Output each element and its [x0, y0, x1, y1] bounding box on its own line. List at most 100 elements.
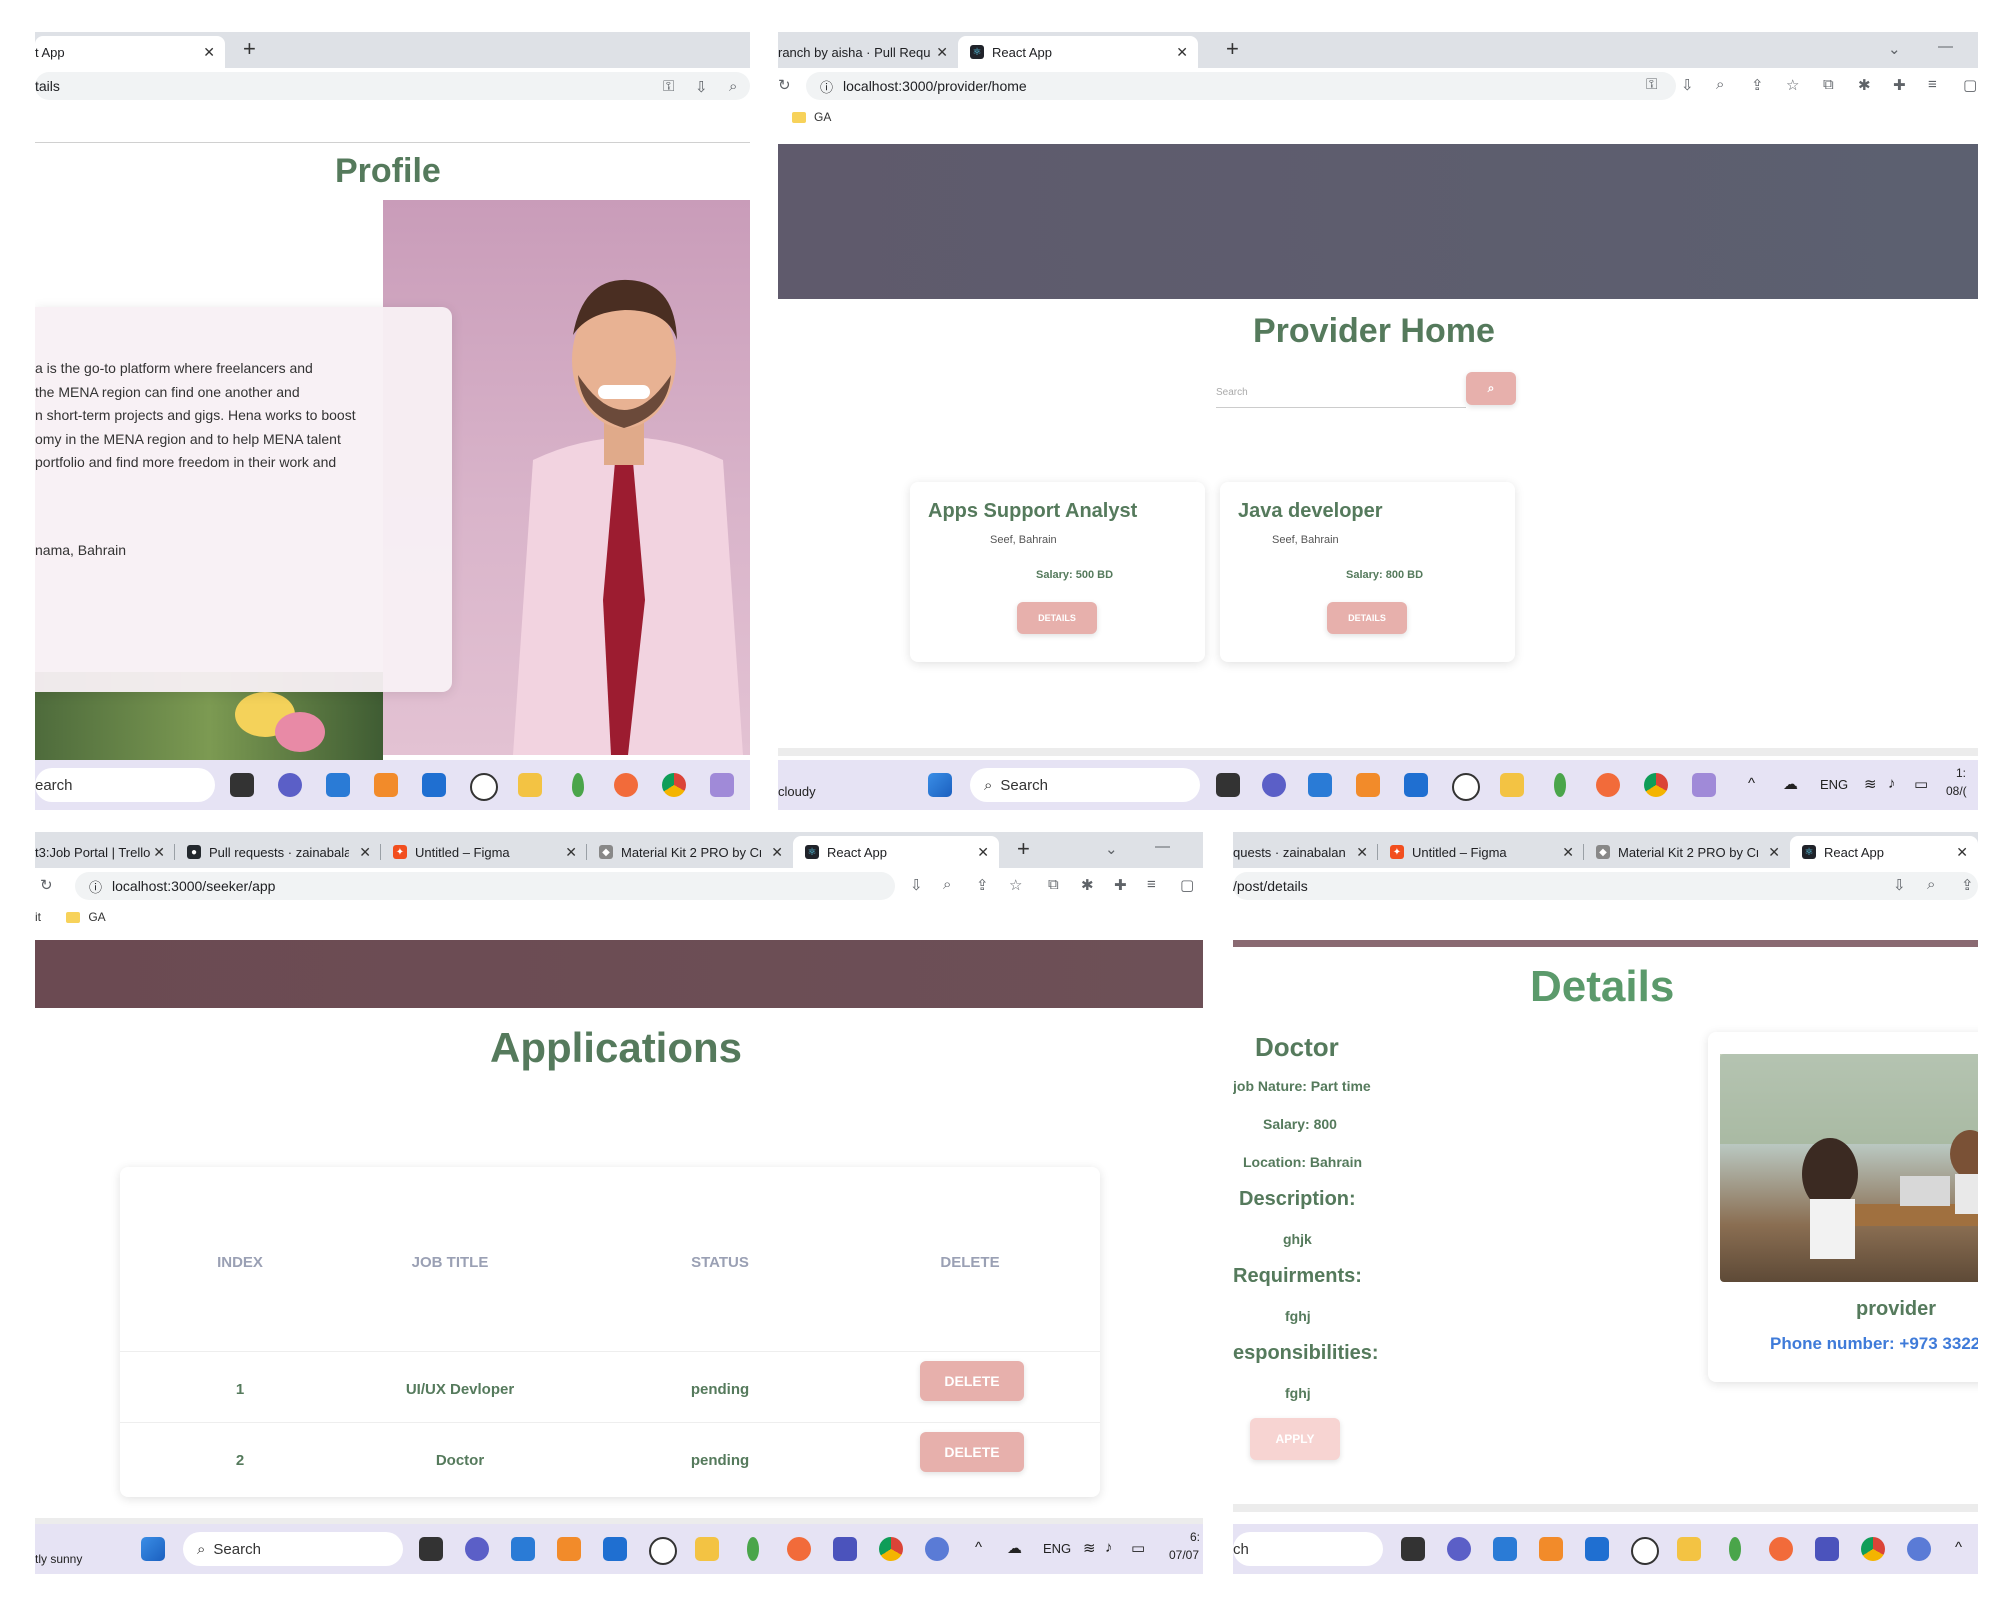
chevron-up-icon[interactable]: ^: [1748, 775, 1755, 792]
new-tab-icon[interactable]: +: [1017, 836, 1030, 862]
dell-icon[interactable]: [1452, 773, 1480, 801]
wifi-icon[interactable]: ≋: [1083, 1539, 1096, 1557]
task-view-icon[interactable]: [419, 1537, 443, 1561]
postman-icon[interactable]: [1596, 773, 1620, 797]
install-icon[interactable]: ⇩: [695, 78, 708, 96]
close-icon[interactable]: ✕: [936, 44, 948, 61]
sidepanel-icon[interactable]: ▢: [1963, 76, 1977, 94]
taskbar-search[interactable]: earch: [35, 768, 215, 802]
puzzle-icon[interactable]: ✚: [1893, 76, 1906, 94]
teams-icon[interactable]: [1262, 773, 1286, 797]
windows-start-icon[interactable]: [141, 1537, 165, 1561]
xampp-icon[interactable]: [1539, 1537, 1563, 1561]
bookmark-it[interactable]: it: [35, 910, 41, 924]
tab-pull-requests[interactable]: quests · zainabalan ✕: [1233, 836, 1378, 868]
tab-figma[interactable]: ✦ Untitled – Figma ✕: [1378, 836, 1584, 868]
chevron-down-icon[interactable]: ⌄: [1888, 40, 1901, 58]
apply-button[interactable]: APPLY: [1250, 1418, 1340, 1460]
minimize-icon[interactable]: —: [1938, 38, 1953, 55]
close-icon[interactable]: ✕: [153, 844, 165, 861]
close-icon[interactable]: ✕: [359, 844, 371, 861]
playlist-icon[interactable]: ≡: [1928, 76, 1937, 93]
details-button[interactable]: DETAILS: [1017, 602, 1097, 634]
chrome-icon[interactable]: [879, 1537, 903, 1561]
taskbar-search[interactable]: ⌕ Search: [970, 768, 1200, 802]
job-card[interactable]: Apps Support Analyst Seef, Bahrain Salar…: [910, 482, 1205, 662]
puzzle-icon[interactable]: ✚: [1114, 876, 1127, 894]
details-button[interactable]: DETAILS: [1327, 602, 1407, 634]
chevron-up-icon[interactable]: ^: [1955, 1539, 1962, 1556]
onedrive-icon[interactable]: ☁: [1007, 1539, 1022, 1557]
tab-react-app[interactable]: t App ✕: [35, 36, 225, 68]
mongodb-icon[interactable]: [1729, 1537, 1741, 1561]
tab-pull-requests[interactable]: ranch by aisha · Pull Requ ✕: [778, 36, 958, 68]
star-icon[interactable]: ☆: [1786, 76, 1799, 94]
tab-react-app[interactable]: ⚛ React App ✕: [1790, 836, 1978, 868]
onedrive-icon[interactable]: ☁: [1783, 775, 1798, 793]
teams-icon[interactable]: [1447, 1537, 1471, 1561]
new-tab-icon[interactable]: +: [1226, 36, 1239, 62]
sidepanel-icon[interactable]: ▢: [1180, 876, 1194, 894]
address-bar[interactable]: tails: [35, 72, 750, 100]
snipping-icon[interactable]: [710, 773, 734, 797]
volume-icon[interactable]: ♪: [1105, 1539, 1113, 1556]
tab-material-kit[interactable]: ◆ Material Kit 2 PRO by Cre ✕: [587, 836, 793, 868]
mail-icon[interactable]: [422, 773, 446, 797]
zoom-icon[interactable]: ⌕: [943, 876, 951, 893]
vscode-icon[interactable]: [511, 1537, 535, 1561]
reload-icon[interactable]: ↻: [778, 76, 791, 94]
install-icon[interactable]: ⇩: [1681, 76, 1694, 94]
mongodb-icon[interactable]: [1554, 773, 1566, 797]
language-indicator[interactable]: ENG: [1043, 1541, 1071, 1556]
explorer-icon[interactable]: [1500, 773, 1524, 797]
tab-trello[interactable]: t3:Job Portal | Trello ✕: [35, 836, 175, 868]
minimize-icon[interactable]: —: [1155, 838, 1170, 855]
bookmark-ga[interactable]: GA: [814, 110, 831, 124]
delete-button[interactable]: DELETE: [920, 1361, 1024, 1401]
teams-icon[interactable]: [278, 773, 302, 797]
dell-icon[interactable]: [1631, 1537, 1659, 1565]
mongodb-icon[interactable]: [572, 773, 584, 797]
star-icon[interactable]: ☆: [1009, 876, 1022, 894]
chevron-up-icon[interactable]: ^: [975, 1539, 982, 1556]
tab-react-app[interactable]: ⚛ React App ✕: [958, 36, 1198, 68]
job-card[interactable]: Java developer Seef, Bahrain Salary: 800…: [1220, 482, 1515, 662]
zoom-icon[interactable]: ⌕: [1927, 876, 1935, 893]
bug-icon[interactable]: ✱: [1858, 76, 1871, 94]
chevron-down-icon[interactable]: ⌄: [1105, 840, 1118, 858]
close-icon[interactable]: ✕: [1356, 844, 1368, 861]
close-icon[interactable]: ✕: [977, 844, 989, 861]
task-view-icon[interactable]: [1401, 1537, 1425, 1561]
tab-figma[interactable]: ✦ Untitled – Figma ✕: [381, 836, 587, 868]
dell-icon[interactable]: [649, 1537, 677, 1565]
extension-icon[interactable]: ⧉: [1823, 76, 1834, 93]
close-icon[interactable]: ✕: [1768, 844, 1780, 861]
vscode-icon[interactable]: [1308, 773, 1332, 797]
postman-icon[interactable]: [614, 773, 638, 797]
taskbar-search[interactable]: ch: [1233, 1532, 1383, 1566]
settings-icon[interactable]: [925, 1537, 949, 1561]
address-bar[interactable]: ⓘ localhost:3000/provider/home: [806, 72, 1676, 100]
close-icon[interactable]: ✕: [1562, 844, 1574, 861]
mail-icon[interactable]: [1404, 773, 1428, 797]
xampp-icon[interactable]: [557, 1537, 581, 1561]
wifi-icon[interactable]: ≋: [1864, 775, 1877, 793]
language-indicator[interactable]: ENG: [1820, 777, 1848, 792]
extension-icon[interactable]: ⧉: [1048, 876, 1059, 893]
tab-material-kit[interactable]: ◆ Material Kit 2 PRO by Cre ✕: [1584, 836, 1790, 868]
tab-pull-requests[interactable]: ● Pull requests · zainabalan ✕: [175, 836, 381, 868]
zoom-icon[interactable]: ⌕: [729, 78, 737, 95]
task-view-icon[interactable]: [230, 773, 254, 797]
xampp-icon[interactable]: [374, 773, 398, 797]
install-icon[interactable]: ⇩: [1893, 876, 1906, 894]
zoom-icon[interactable]: ⌕: [1716, 76, 1724, 93]
xampp-icon[interactable]: [1356, 773, 1380, 797]
windows-start-icon[interactable]: [928, 773, 952, 797]
playlist-icon[interactable]: ≡: [1147, 876, 1156, 893]
dell-icon[interactable]: [470, 773, 498, 801]
mail-icon[interactable]: [603, 1537, 627, 1561]
explorer-icon[interactable]: [1677, 1537, 1701, 1561]
key-icon[interactable]: ⚿: [1646, 76, 1657, 93]
battery-icon[interactable]: ▭: [1914, 775, 1928, 793]
delete-button[interactable]: DELETE: [920, 1432, 1024, 1472]
